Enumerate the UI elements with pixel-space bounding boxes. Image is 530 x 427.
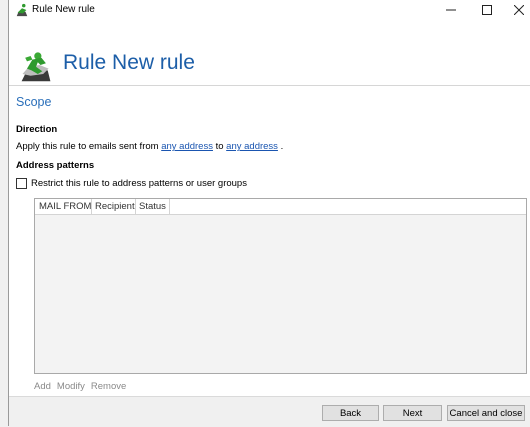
apply-rule-sentence: Apply this rule to emails sent from any … [16,141,283,152]
direction-label: Direction [16,124,58,135]
minimize-button[interactable] [433,0,469,20]
column-header-mail-from[interactable]: MAIL FROM [35,199,92,214]
cancel-and-close-button[interactable]: Cancel and close [447,405,525,421]
address-patterns-label: Address patterns [16,160,95,171]
back-button[interactable]: Back [322,405,379,421]
restrict-checkbox-label[interactable]: Restrict this rule to address patterns o… [31,178,247,189]
minimize-icon [446,9,456,11]
table-header: MAIL FROM Recipient Status [35,199,526,215]
from-address-link[interactable]: any address [161,141,213,152]
maximize-button[interactable] [469,0,505,20]
restrict-checkbox-row[interactable]: Restrict this rule to address patterns o… [16,176,247,190]
title-bar[interactable]: Rule New rule [9,0,530,20]
modify-button[interactable]: Modify [57,381,85,392]
rule-dialog-window: Rule New rule Rule New rule Scope Direct… [8,0,530,427]
column-header-recipient[interactable]: Recipient [92,199,136,214]
to-address-link[interactable]: any address [226,141,278,152]
header-divider [9,85,530,86]
add-button[interactable]: Add [34,381,51,392]
apply-middle-text: to [212,141,227,152]
close-icon [514,5,524,15]
scope-section-title: Scope [16,95,52,109]
close-button[interactable] [501,0,530,20]
remove-button[interactable]: Remove [91,381,126,392]
dialog-footer: Back Next Cancel and close [9,396,530,427]
column-header-status[interactable]: Status [136,199,170,214]
next-button[interactable]: Next [383,405,442,421]
list-actions: Add Modify Remove [34,381,126,392]
restrict-checkbox[interactable] [16,177,27,189]
address-patterns-table[interactable]: MAIL FROM Recipient Status [34,198,527,374]
apply-suffix-text: . [277,141,284,152]
apply-prefix-text: Apply this rule to emails sent from [16,141,162,152]
running-man-icon [21,52,51,82]
window-title: Rule New rule [32,4,95,15]
running-man-icon [16,3,28,17]
page-title: Rule New rule [63,51,195,74]
maximize-icon [482,5,492,15]
